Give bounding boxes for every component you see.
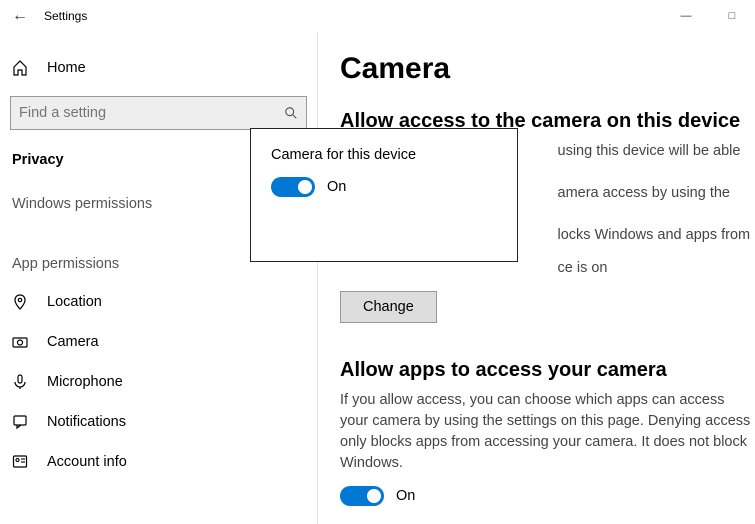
microphone-icon [12, 374, 32, 390]
apps-camera-toggle[interactable] [340, 486, 384, 506]
notifications-icon [12, 414, 32, 430]
sidebar-item-label: Camera [47, 334, 99, 350]
sidebar-item-label: Account info [47, 454, 127, 470]
apps-camera-toggle-label: On [396, 488, 415, 504]
sidebar-item-notifications[interactable]: Notifications [0, 402, 317, 442]
sidebar-item-account-info[interactable]: Account info [0, 442, 317, 482]
camera-icon [12, 334, 32, 350]
search-box[interactable] [10, 96, 307, 130]
sidebar-item-label: Location [47, 294, 102, 310]
device-camera-toggle-label: On [327, 179, 346, 195]
section-allow-apps-heading: Allow apps to access your camera [340, 359, 755, 382]
back-button[interactable]: ← [8, 7, 32, 25]
maximize-button[interactable]: □ [709, 0, 755, 32]
sidebar-item-camera[interactable]: Camera [0, 322, 317, 362]
account-icon [12, 454, 32, 470]
sidebar-home-label: Home [47, 60, 86, 76]
change-button[interactable]: Change [340, 291, 437, 323]
sidebar-item-label: Notifications [47, 414, 126, 430]
main-content: Camera Allow access to the camera on thi… [318, 32, 755, 524]
sidebar-home[interactable]: Home [0, 52, 317, 84]
location-icon [12, 294, 32, 310]
sidebar: Home Privacy Windows permissions App per… [0, 32, 318, 524]
search-icon [284, 106, 298, 120]
section-allow-apps-body: If you allow access, you can choose whic… [340, 390, 755, 474]
popup-title: Camera for this device [271, 147, 497, 163]
camera-device-popup: Camera for this device On [250, 128, 518, 262]
page-title: Camera [340, 52, 755, 86]
home-icon [12, 60, 32, 76]
sidebar-item-location[interactable]: Location [0, 282, 317, 322]
device-camera-toggle[interactable] [271, 177, 315, 197]
sidebar-item-microphone[interactable]: Microphone [0, 362, 317, 402]
sidebar-item-label: Microphone [47, 374, 123, 390]
search-input[interactable] [19, 105, 284, 121]
window-title: Settings [44, 9, 87, 23]
minimize-button[interactable]: — [663, 0, 709, 32]
